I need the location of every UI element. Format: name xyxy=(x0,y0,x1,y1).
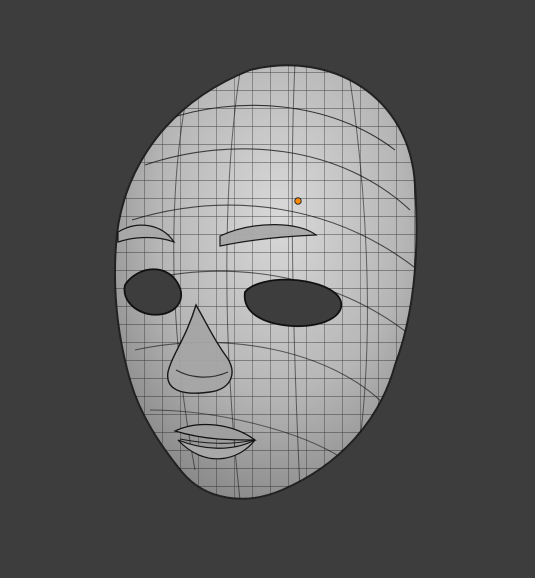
object-origin xyxy=(294,197,302,205)
scene-svg xyxy=(90,40,450,520)
3d-viewport[interactable] xyxy=(0,0,535,578)
face-mask-mesh[interactable] xyxy=(90,40,450,520)
